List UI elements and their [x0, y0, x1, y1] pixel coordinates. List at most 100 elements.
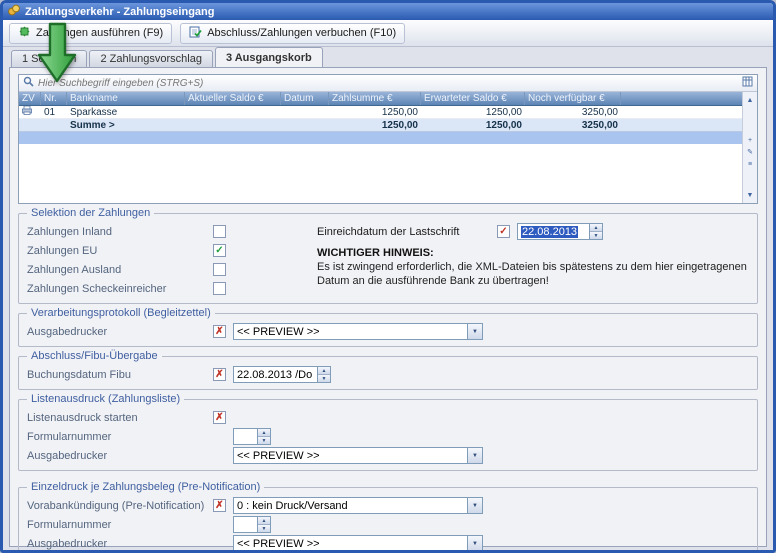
label-zahlungen-ausland: Zahlungen Ausland	[27, 264, 213, 276]
row-erwarteter-saldo: 1250,00	[421, 107, 525, 118]
checkbox-ausgabedrucker-1[interactable]: ✗	[213, 325, 226, 338]
section-einzeldruck: Einzeldruck je Zahlungsbeleg (Pre-Notifi…	[18, 487, 758, 553]
section-selektion: Selektion der Zahlungen Zahlungen Inland…	[18, 213, 758, 304]
formularnummer-spinner-1[interactable]: ▲▼	[257, 429, 270, 444]
hinweis-line-2: Datum an die ausführende Bank zu übertra…	[317, 275, 749, 287]
section-abschluss-fibu-title: Abschluss/Fibu-Übergabe	[27, 350, 162, 362]
execute-payments-button[interactable]: Zahlungen ausführen (F9)	[9, 23, 172, 44]
toolbar: Zahlungen ausführen (F9) Abschluss/Zahlu…	[3, 20, 773, 47]
row-print-icon	[19, 106, 41, 118]
app-icon	[8, 4, 20, 19]
section-selektion-title: Selektion der Zahlungen	[27, 207, 154, 219]
column-options-icon[interactable]	[742, 76, 753, 90]
summe-erwarteter-saldo: 1250,00	[421, 120, 525, 131]
hinweis-title: WICHTIGER HINWEIS:	[317, 247, 749, 259]
dropdown-arrow-icon[interactable]: ▼	[467, 324, 482, 339]
checkbox-buchungsdatum-fibu[interactable]: ✗	[213, 368, 226, 381]
tab-ausgangskorb[interactable]: 3 Ausgangskorb	[215, 47, 323, 67]
app-window: Zahlungsverkehr - Zahlungseingang Zahlun…	[0, 0, 776, 553]
table-list-icon[interactable]: ≡	[744, 158, 757, 170]
buchungsdatum-spinner[interactable]: ▲▼	[317, 367, 330, 382]
label-ausgabedrucker-2: Ausgabedrucker	[27, 450, 213, 462]
titlebar: Zahlungsverkehr - Zahlungseingang	[3, 3, 773, 20]
column-header-zv[interactable]: ZV	[19, 92, 41, 105]
label-zahlungen-scheckeinreicher: Zahlungen Scheckeinreicher	[27, 283, 213, 295]
vorabankuendigung-select[interactable]: 0 : kein Druck/Versand ▼	[233, 497, 483, 514]
tab-zahlungsvorschlag[interactable]: 2 Zahlungsvorschlag	[89, 50, 213, 67]
column-header-erwarteter-saldo[interactable]: Erwarteter Saldo €	[421, 92, 525, 105]
post-payments-button[interactable]: Abschluss/Zahlungen verbuchen (F10)	[180, 23, 405, 44]
einreichdatum-value: 22.08.2013	[521, 226, 578, 238]
checkbox-vorabankuendigung[interactable]: ✗	[213, 499, 226, 512]
vorabankuendigung-value: 0 : kein Druck/Versand	[234, 498, 467, 513]
label-ausgabedrucker-3: Ausgabedrucker	[27, 538, 213, 550]
table-side-toolbar: ▲ + ✎ ≡ ▼	[742, 92, 757, 203]
ausgabedrucker-value-3: << PREVIEW >>	[234, 536, 467, 551]
label-formularnummer-2: Formularnummer	[27, 519, 213, 531]
search-icon	[23, 76, 34, 90]
summe-zahlsumme: 1250,00	[329, 120, 421, 131]
row-nr: 01	[41, 107, 67, 118]
formularnummer-spinner-2[interactable]: ▲▼	[257, 517, 270, 532]
table-header: ZV Nr. Bankname Aktueller Saldo € Datum …	[19, 92, 742, 106]
formularnummer-field-2[interactable]: ▲▼	[233, 516, 271, 533]
column-header-bankname[interactable]: Bankname	[67, 92, 185, 105]
row-noch-verfuegbar: 3250,00	[525, 107, 621, 118]
row-zahlsumme: 1250,00	[329, 107, 421, 118]
row-bankname: Sparkasse	[67, 107, 185, 118]
column-header-aktueller-saldo[interactable]: Aktueller Saldo €	[185, 92, 281, 105]
ausgabedrucker-value-1: << PREVIEW >>	[234, 324, 467, 339]
table-selected-row[interactable]	[19, 132, 742, 144]
checkbox-zahlungen-ausland[interactable]	[213, 263, 226, 276]
summe-label: Summe >	[67, 120, 185, 131]
tab-bar: 1 Selektion 2 Zahlungsvorschlag 3 Ausgan…	[3, 47, 773, 67]
label-listenausdruck-starten: Listenausdruck starten	[27, 412, 213, 424]
checkbox-zahlungen-inland[interactable]	[213, 225, 226, 238]
formularnummer-field-1[interactable]: ▲▼	[233, 428, 271, 445]
hinweis-line-1: Es ist zwingend erforderlich, die XML-Da…	[317, 261, 749, 273]
table-add-icon[interactable]: +	[744, 134, 757, 146]
tab-zahlungsvorschlag-label: 2 Zahlungsvorschlag	[100, 53, 202, 65]
label-einreichdatum: Einreichdatum der Lastschrift	[317, 226, 497, 238]
ausgabedrucker-select-1[interactable]: << PREVIEW >> ▼	[233, 323, 483, 340]
buchungsdatum-field[interactable]: 22.08.2013 /Do ▲▼	[233, 366, 331, 383]
search-input[interactable]	[38, 78, 738, 89]
green-arrow-pointer	[37, 22, 77, 87]
tab-ausgangskorb-label: 3 Ausgangskorb	[226, 52, 312, 64]
checkbox-zahlungen-eu[interactable]: ✓	[213, 244, 226, 257]
section-listenausdruck: Listenausdruck (Zahlungsliste) Listenaus…	[18, 399, 758, 471]
table-search-row	[19, 75, 757, 92]
checkbox-listenausdruck-starten[interactable]: ✗	[213, 411, 226, 424]
ausgabedrucker-select-2[interactable]: << PREVIEW >> ▼	[233, 447, 483, 464]
einreichdatum-field[interactable]: 22.08.2013 ▲▼	[517, 223, 603, 240]
section-listenausdruck-title: Listenausdruck (Zahlungsliste)	[27, 393, 184, 405]
label-ausgabedrucker-1: Ausgabedrucker	[27, 326, 213, 338]
formularnummer-value-2	[234, 517, 257, 532]
column-header-noch-verfuegbar[interactable]: Noch verfügbar €	[525, 92, 621, 105]
label-zahlungen-inland: Zahlungen Inland	[27, 226, 213, 238]
formularnummer-value-1	[234, 429, 257, 444]
table-nav-up-icon[interactable]: ▲	[744, 94, 757, 106]
dropdown-arrow-icon[interactable]: ▼	[467, 536, 482, 551]
column-header-zahlsumme[interactable]: Zahlsumme €	[329, 92, 421, 105]
label-zahlungen-eu: Zahlungen EU	[27, 245, 213, 257]
summe-noch-verfuegbar: 3250,00	[525, 120, 621, 131]
label-vorabankuendigung: Vorabankündigung (Pre-Notification)	[27, 500, 213, 512]
buchungsdatum-value: 22.08.2013 /Do	[234, 367, 317, 382]
window-title: Zahlungsverkehr - Zahlungseingang	[25, 6, 214, 18]
table-edit-icon[interactable]: ✎	[744, 146, 757, 158]
dropdown-arrow-icon[interactable]: ▼	[467, 448, 482, 463]
einreichdatum-spinner[interactable]: ▲▼	[589, 224, 602, 239]
column-header-nr[interactable]: Nr.	[41, 92, 67, 105]
section-verarbeitungsprotokoll: Verarbeitungsprotokoll (Begleitzettel) A…	[18, 313, 758, 347]
table-row-summe: Summe > 1250,00 1250,00 3250,00	[19, 119, 742, 132]
dropdown-arrow-icon[interactable]: ▼	[467, 498, 482, 513]
label-formularnummer-1: Formularnummer	[27, 431, 213, 443]
table-row[interactable]: 01 Sparkasse 1250,00 1250,00 3250,00	[19, 106, 742, 119]
checkbox-zahlungen-scheckeinreicher[interactable]	[213, 282, 226, 295]
ausgabedrucker-select-3[interactable]: << PREVIEW >> ▼	[233, 535, 483, 552]
table-nav-down-icon[interactable]: ▼	[744, 189, 757, 201]
column-header-datum[interactable]: Datum	[281, 92, 329, 105]
checkbox-einreichdatum[interactable]: ✓	[497, 225, 510, 238]
ausgabedrucker-value-2: << PREVIEW >>	[234, 448, 467, 463]
